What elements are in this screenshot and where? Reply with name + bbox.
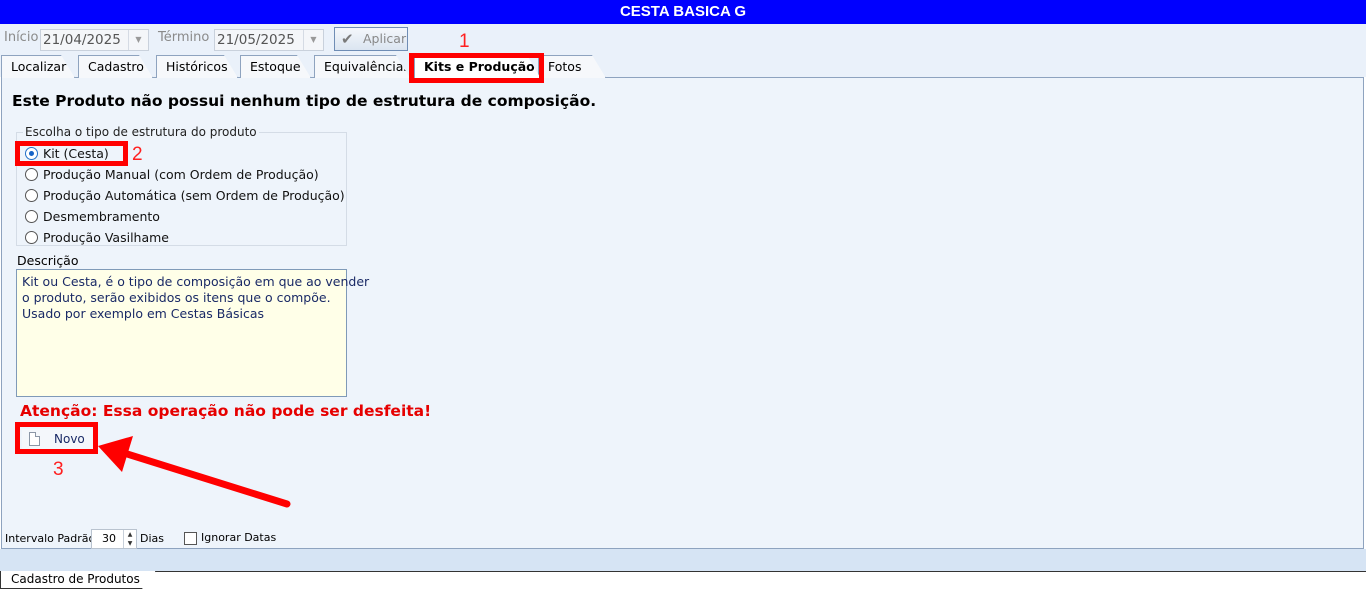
annotation-box-3 <box>15 422 98 454</box>
radio-producao-vasilhame[interactable]: Produção Vasilhame <box>25 229 169 247</box>
radio-label: Produção Vasilhame <box>43 230 169 245</box>
page-title: Este Produto não possui nenhum tipo de e… <box>12 92 597 110</box>
checkmark-icon: ✔ <box>341 30 354 48</box>
radio-icon[interactable] <box>25 210 38 223</box>
status-area <box>0 549 1366 571</box>
inicio-date-value: 21/04/2025 <box>43 32 121 48</box>
descricao-line: o produto, serão exibidos os itens que o… <box>22 290 331 305</box>
descricao-line: Usado por exemplo em Cestas Básicas <box>22 306 265 321</box>
window-title: CESTA BASICA G <box>0 0 1366 24</box>
toolbar: Início 21/04/2025 ▼ Término 21/05/2025 ▼… <box>0 24 1366 77</box>
termino-label: Término <box>158 30 210 45</box>
descricao-line: Kit ou Cesta, é o tipo de composição em … <box>22 274 370 289</box>
inicio-date-field[interactable]: 21/04/2025 ▼ <box>40 29 149 51</box>
radio-producao-manual[interactable]: Produção Manual (com Ordem de Produção) <box>25 166 319 184</box>
tab-estoque[interactable]: Estoque <box>240 55 311 78</box>
descricao-textarea[interactable]: Kit ou Cesta, é o tipo de composição em … <box>16 269 370 397</box>
warning-text: Atenção: Essa operação não pode ser desf… <box>20 402 432 420</box>
dias-label: Dias <box>140 532 164 545</box>
groupbox-legend: Escolha o tipo de estrutura do produto <box>23 125 259 139</box>
chevron-down-icon[interactable]: ▼ <box>128 30 148 50</box>
radio-label: Produção Manual (com Ordem de Produção) <box>43 167 319 182</box>
stepper-arrows-icon[interactable]: ▲ ▼ <box>123 530 136 548</box>
inicio-label: Início <box>4 30 39 45</box>
annotation-number-2: 2 <box>132 144 143 165</box>
radio-icon[interactable] <box>25 231 38 244</box>
tab-cadastro-de-produtos[interactable]: Cadastro de Produtos <box>0 571 156 589</box>
annotation-number-1: 1 <box>459 31 470 52</box>
radio-label: Produção Automática (sem Ordem de Produç… <box>43 188 345 203</box>
aplicar-button[interactable]: ✔ Aplicar <box>334 27 408 51</box>
kits-producao-panel: Este Produto não possui nenhum tipo de e… <box>1 77 1364 549</box>
intervalo-label: Intervalo Padrão <box>5 532 96 545</box>
ignorar-datas-checkbox[interactable] <box>184 532 197 545</box>
tab-historicos[interactable]: Históricos <box>156 55 238 78</box>
chevron-down-icon[interactable]: ▼ <box>303 30 323 50</box>
bottom-tab-bar: Cadastro de Produtos <box>0 571 1366 590</box>
aplicar-label: Aplicar <box>363 31 407 46</box>
radio-producao-automatica[interactable]: Produção Automática (sem Ordem de Produç… <box>25 187 345 205</box>
tab-equivalencias[interactable]: Equivalências <box>314 55 410 78</box>
ignorar-datas-label: Ignorar Datas <box>201 531 277 544</box>
radio-desmembramento[interactable]: Desmembramento <box>25 208 160 226</box>
radio-label: Desmembramento <box>43 209 160 224</box>
radio-icon[interactable] <box>25 168 38 181</box>
intervalo-value: 30 <box>102 532 116 545</box>
descricao-label: Descrição <box>17 253 79 268</box>
radio-icon[interactable] <box>25 189 38 202</box>
annotation-box-2 <box>15 141 128 166</box>
intervalo-stepper[interactable]: 30 ▲ ▼ <box>91 529 137 549</box>
termino-date-field[interactable]: 21/05/2025 ▼ <box>214 29 324 51</box>
tab-cadastro[interactable]: Cadastro <box>78 55 153 78</box>
annotation-number-3: 3 <box>53 459 64 480</box>
annotation-box-1 <box>409 53 544 83</box>
tab-bar: Localizar Cadastro Históricos Estoque Eq… <box>0 55 1366 78</box>
termino-date-value: 21/05/2025 <box>217 32 295 48</box>
tab-localizar[interactable]: Localizar <box>1 55 75 78</box>
tab-fotos[interactable]: Fotos <box>538 55 606 78</box>
